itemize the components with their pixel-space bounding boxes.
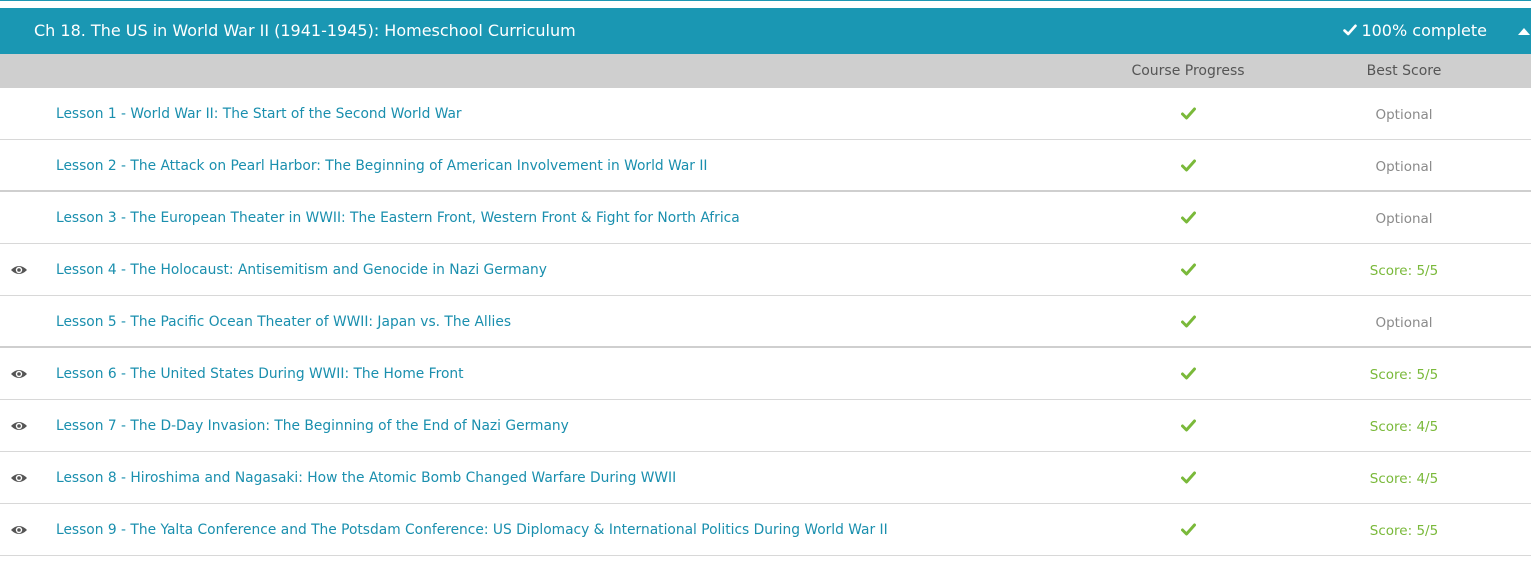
lesson-link[interactable]: Lesson 7 - The D-Day Invasion: The Begin… xyxy=(56,417,569,435)
eye-icon[interactable] xyxy=(10,368,28,380)
progress-check-icon xyxy=(1181,367,1196,380)
column-header-score: Best Score xyxy=(1366,63,1442,79)
check-icon xyxy=(1343,24,1358,36)
chapter-header[interactable]: Ch 18. The US in World War II (1941-1945… xyxy=(0,8,1531,54)
lesson-row: Lesson 8 - Hiroshima and Nagasaki: How t… xyxy=(0,452,1531,504)
lesson-link[interactable]: Lesson 8 - Hiroshima and Nagasaki: How t… xyxy=(56,469,676,487)
best-score: Score: 5/5 xyxy=(1369,367,1439,383)
eye-icon[interactable] xyxy=(10,264,28,276)
lesson-link[interactable]: Lesson 6 - The United States During WWII… xyxy=(56,365,464,383)
lesson-row: Lesson 1 - World War II: The Start of th… xyxy=(0,88,1531,140)
best-score: Score: 4/5 xyxy=(1369,419,1439,435)
eye-icon[interactable] xyxy=(10,420,28,432)
lesson-row: Lesson 3 - The European Theater in WWII:… xyxy=(0,192,1531,244)
lesson-row: Lesson 5 - The Pacific Ocean Theater of … xyxy=(0,296,1531,348)
progress-check-icon xyxy=(1181,263,1196,276)
best-score: Score: 5/5 xyxy=(1369,523,1439,539)
lesson-link[interactable]: Lesson 3 - The European Theater in WWII:… xyxy=(56,209,740,227)
progress-check-icon xyxy=(1181,107,1196,120)
lesson-list: Lesson 1 - World War II: The Start of th… xyxy=(0,88,1531,556)
best-score: Optional xyxy=(1375,211,1433,227)
progress-check-icon xyxy=(1181,523,1196,536)
lesson-link[interactable]: Lesson 2 - The Attack on Pearl Harbor: T… xyxy=(56,157,707,175)
lesson-row: Lesson 2 - The Attack on Pearl Harbor: T… xyxy=(0,140,1531,192)
eye-icon[interactable] xyxy=(10,524,28,536)
progress-check-icon xyxy=(1181,471,1196,484)
best-score: Optional xyxy=(1375,315,1433,331)
column-header-progress: Course Progress xyxy=(1131,63,1245,79)
chapter-title[interactable]: Ch 18. The US in World War II (1941-1945… xyxy=(34,21,576,41)
lesson-row: Lesson 6 - The United States During WWII… xyxy=(0,348,1531,400)
lesson-link[interactable]: Lesson 5 - The Pacific Ocean Theater of … xyxy=(56,313,511,331)
progress-check-icon xyxy=(1181,159,1196,172)
lesson-link[interactable]: Lesson 1 - World War II: The Start of th… xyxy=(56,105,462,123)
lesson-row: Lesson 4 - The Holocaust: Antisemitism a… xyxy=(0,244,1531,296)
progress-check-icon xyxy=(1181,419,1196,432)
lesson-link[interactable]: Lesson 9 - The Yalta Conference and The … xyxy=(56,521,888,539)
collapse-caret-up-icon[interactable] xyxy=(1517,25,1531,37)
top-divider xyxy=(0,0,1531,8)
best-score: Optional xyxy=(1375,107,1433,123)
chapter-status: 100% complete xyxy=(1343,21,1487,41)
lesson-row: Lesson 9 - The Yalta Conference and The … xyxy=(0,504,1531,556)
lesson-row: Lesson 7 - The D-Day Invasion: The Begin… xyxy=(0,400,1531,452)
lesson-link[interactable]: Lesson 4 - The Holocaust: Antisemitism a… xyxy=(56,261,547,279)
chapter-status-label: 100% complete xyxy=(1361,21,1487,40)
progress-check-icon xyxy=(1181,315,1196,328)
progress-check-icon xyxy=(1181,211,1196,224)
best-score: Optional xyxy=(1375,159,1433,175)
column-header-bar: Course Progress Best Score xyxy=(0,54,1531,88)
best-score: Score: 4/5 xyxy=(1369,471,1439,487)
eye-icon[interactable] xyxy=(10,472,28,484)
chapter-panel: Ch 18. The US in World War II (1941-1945… xyxy=(0,0,1531,569)
best-score: Score: 5/5 xyxy=(1369,263,1439,279)
